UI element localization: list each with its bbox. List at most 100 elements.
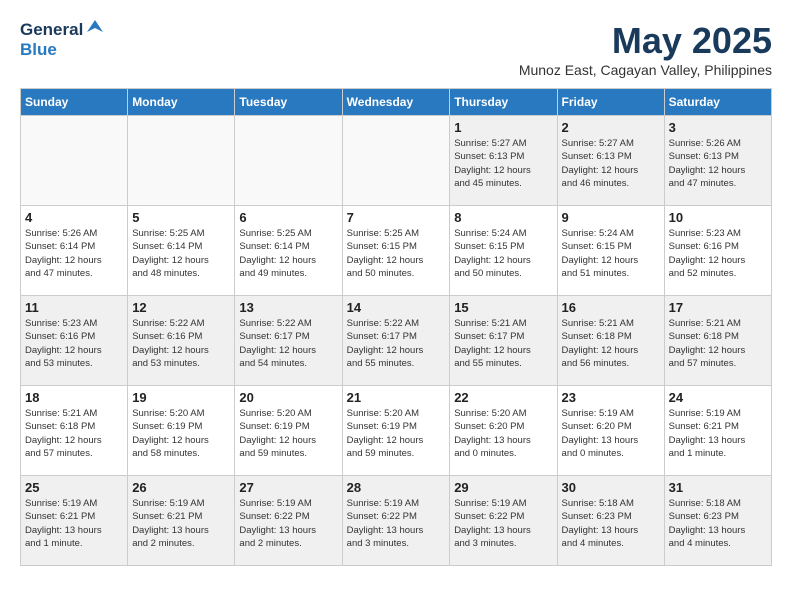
day-cell: 28 Sunrise: 5:19 AM Sunset: 6:22 PM Dayli…	[342, 476, 450, 566]
day-cell	[128, 116, 235, 206]
day-info: Sunrise: 5:18 AM Sunset: 6:23 PM Dayligh…	[562, 497, 660, 550]
day-info: Sunrise: 5:22 AM Sunset: 6:16 PM Dayligh…	[132, 317, 230, 370]
day-info: Sunrise: 5:21 AM Sunset: 6:17 PM Dayligh…	[454, 317, 552, 370]
col-header-saturday: Saturday	[664, 89, 771, 116]
col-header-friday: Friday	[557, 89, 664, 116]
day-cell: 26 Sunrise: 5:19 AM Sunset: 6:21 PM Dayli…	[128, 476, 235, 566]
day-number: 5	[132, 210, 230, 225]
day-number: 3	[669, 120, 767, 135]
day-cell: 29 Sunrise: 5:19 AM Sunset: 6:22 PM Dayli…	[450, 476, 557, 566]
day-number: 29	[454, 480, 552, 495]
week-row-3: 11 Sunrise: 5:23 AM Sunset: 6:16 PM Dayli…	[21, 296, 772, 386]
day-number: 6	[239, 210, 337, 225]
day-info: Sunrise: 5:27 AM Sunset: 6:13 PM Dayligh…	[454, 137, 552, 190]
day-cell: 15 Sunrise: 5:21 AM Sunset: 6:17 PM Dayli…	[450, 296, 557, 386]
day-info: Sunrise: 5:21 AM Sunset: 6:18 PM Dayligh…	[562, 317, 660, 370]
day-info: Sunrise: 5:25 AM Sunset: 6:15 PM Dayligh…	[347, 227, 446, 280]
logo-general: General	[20, 20, 83, 40]
day-number: 9	[562, 210, 660, 225]
col-header-wednesday: Wednesday	[342, 89, 450, 116]
page-header: General Blue May 2025 Munoz East, Cagaya…	[20, 20, 772, 78]
day-info: Sunrise: 5:21 AM Sunset: 6:18 PM Dayligh…	[669, 317, 767, 370]
day-info: Sunrise: 5:20 AM Sunset: 6:20 PM Dayligh…	[454, 407, 552, 460]
title-section: May 2025 Munoz East, Cagayan Valley, Phi…	[519, 20, 772, 78]
day-info: Sunrise: 5:23 AM Sunset: 6:16 PM Dayligh…	[669, 227, 767, 280]
month-title: May 2025	[519, 20, 772, 62]
day-cell: 21Sunrise: 5:20 AM Sunset: 6:19 PM Dayli…	[342, 386, 450, 476]
week-row-1: 1Sunrise: 5:27 AM Sunset: 6:13 PM Daylig…	[21, 116, 772, 206]
day-cell: 19 Sunrise: 5:20 AM Sunset: 6:19 PM Dayli…	[128, 386, 235, 476]
day-number: 12	[132, 300, 230, 315]
day-cell: 2 Sunrise: 5:27 AM Sunset: 6:13 PM Daylig…	[557, 116, 664, 206]
day-cell: 1Sunrise: 5:27 AM Sunset: 6:13 PM Daylig…	[450, 116, 557, 206]
logo-blue: Blue	[20, 40, 57, 59]
logo-bird-icon	[85, 18, 105, 38]
day-cell: 11 Sunrise: 5:23 AM Sunset: 6:16 PM Dayli…	[21, 296, 128, 386]
day-cell: 16Sunrise: 5:21 AM Sunset: 6:18 PM Dayli…	[557, 296, 664, 386]
day-cell: 22 Sunrise: 5:20 AM Sunset: 6:20 PM Dayli…	[450, 386, 557, 476]
day-number: 15	[454, 300, 552, 315]
day-cell: 3Sunrise: 5:26 AM Sunset: 6:13 PM Daylig…	[664, 116, 771, 206]
day-cell	[21, 116, 128, 206]
day-number: 19	[132, 390, 230, 405]
day-number: 2	[562, 120, 660, 135]
day-number: 13	[239, 300, 337, 315]
day-info: Sunrise: 5:25 AM Sunset: 6:14 PM Dayligh…	[239, 227, 337, 280]
day-cell: 17Sunrise: 5:21 AM Sunset: 6:18 PM Dayli…	[664, 296, 771, 386]
col-header-thursday: Thursday	[450, 89, 557, 116]
day-info: Sunrise: 5:19 AM Sunset: 6:20 PM Dayligh…	[562, 407, 660, 460]
day-info: Sunrise: 5:18 AM Sunset: 6:23 PM Dayligh…	[669, 497, 767, 550]
day-cell	[342, 116, 450, 206]
day-info: Sunrise: 5:23 AM Sunset: 6:16 PM Dayligh…	[25, 317, 123, 370]
day-cell: 27Sunrise: 5:19 AM Sunset: 6:22 PM Dayli…	[235, 476, 342, 566]
day-cell: 20 Sunrise: 5:20 AM Sunset: 6:19 PM Dayli…	[235, 386, 342, 476]
day-cell	[235, 116, 342, 206]
col-header-sunday: Sunday	[21, 89, 128, 116]
day-number: 26	[132, 480, 230, 495]
day-number: 27	[239, 480, 337, 495]
day-number: 8	[454, 210, 552, 225]
day-info: Sunrise: 5:25 AM Sunset: 6:14 PM Dayligh…	[132, 227, 230, 280]
week-row-2: 4 Sunrise: 5:26 AM Sunset: 6:14 PM Daylig…	[21, 206, 772, 296]
day-info: Sunrise: 5:20 AM Sunset: 6:19 PM Dayligh…	[239, 407, 337, 460]
day-cell: 25Sunrise: 5:19 AM Sunset: 6:21 PM Dayli…	[21, 476, 128, 566]
day-number: 11	[25, 300, 123, 315]
day-cell: 30 Sunrise: 5:18 AM Sunset: 6:23 PM Dayli…	[557, 476, 664, 566]
week-row-4: 18 Sunrise: 5:21 AM Sunset: 6:18 PM Dayli…	[21, 386, 772, 476]
day-number: 20	[239, 390, 337, 405]
day-number: 10	[669, 210, 767, 225]
day-cell: 8Sunrise: 5:24 AM Sunset: 6:15 PM Daylig…	[450, 206, 557, 296]
location: Munoz East, Cagayan Valley, Philippines	[519, 62, 772, 78]
day-info: Sunrise: 5:19 AM Sunset: 6:21 PM Dayligh…	[132, 497, 230, 550]
day-number: 30	[562, 480, 660, 495]
day-info: Sunrise: 5:20 AM Sunset: 6:19 PM Dayligh…	[132, 407, 230, 460]
day-info: Sunrise: 5:19 AM Sunset: 6:21 PM Dayligh…	[669, 407, 767, 460]
day-number: 7	[347, 210, 446, 225]
day-info: Sunrise: 5:22 AM Sunset: 6:17 PM Dayligh…	[239, 317, 337, 370]
day-number: 21	[347, 390, 446, 405]
day-info: Sunrise: 5:26 AM Sunset: 6:14 PM Dayligh…	[25, 227, 123, 280]
header-row: SundayMondayTuesdayWednesdayThursdayFrid…	[21, 89, 772, 116]
logo: General Blue	[20, 20, 105, 60]
day-number: 22	[454, 390, 552, 405]
day-number: 28	[347, 480, 446, 495]
day-number: 14	[347, 300, 446, 315]
day-number: 31	[669, 480, 767, 495]
day-info: Sunrise: 5:24 AM Sunset: 6:15 PM Dayligh…	[562, 227, 660, 280]
day-number: 24	[669, 390, 767, 405]
day-info: Sunrise: 5:21 AM Sunset: 6:18 PM Dayligh…	[25, 407, 123, 460]
day-number: 4	[25, 210, 123, 225]
day-cell: 13 Sunrise: 5:22 AM Sunset: 6:17 PM Dayli…	[235, 296, 342, 386]
day-info: Sunrise: 5:19 AM Sunset: 6:22 PM Dayligh…	[454, 497, 552, 550]
calendar-table: SundayMondayTuesdayWednesdayThursdayFrid…	[20, 88, 772, 566]
day-cell: 4 Sunrise: 5:26 AM Sunset: 6:14 PM Daylig…	[21, 206, 128, 296]
day-number: 18	[25, 390, 123, 405]
week-row-5: 25Sunrise: 5:19 AM Sunset: 6:21 PM Dayli…	[21, 476, 772, 566]
col-header-monday: Monday	[128, 89, 235, 116]
day-cell: 14Sunrise: 5:22 AM Sunset: 6:17 PM Dayli…	[342, 296, 450, 386]
day-cell: 9 Sunrise: 5:24 AM Sunset: 6:15 PM Daylig…	[557, 206, 664, 296]
day-info: Sunrise: 5:27 AM Sunset: 6:13 PM Dayligh…	[562, 137, 660, 190]
day-cell: 10 Sunrise: 5:23 AM Sunset: 6:16 PM Dayli…	[664, 206, 771, 296]
day-info: Sunrise: 5:19 AM Sunset: 6:22 PM Dayligh…	[347, 497, 446, 550]
day-cell: 23Sunrise: 5:19 AM Sunset: 6:20 PM Dayli…	[557, 386, 664, 476]
